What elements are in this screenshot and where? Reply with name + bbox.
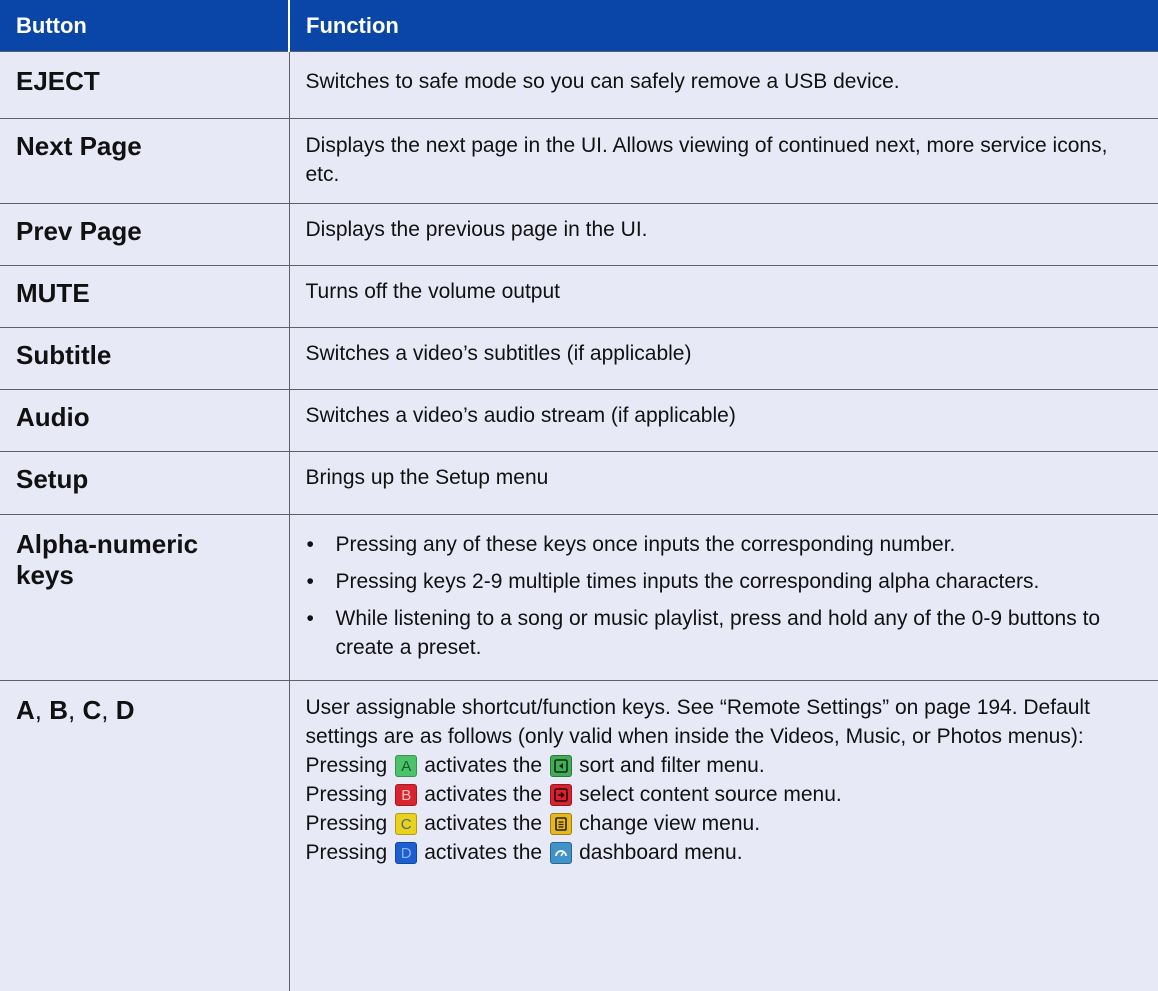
table-row: Next Page Displays the next page in the … bbox=[0, 119, 1158, 204]
header-button: Button bbox=[0, 0, 289, 52]
function-description: Pressing any of these keys once inputs t… bbox=[289, 515, 1158, 681]
function-description: Switches a video’s audio stream (if appl… bbox=[289, 390, 1158, 452]
key-a-icon: A bbox=[395, 755, 417, 777]
press-line-b: Pressing B activates the select content … bbox=[306, 780, 1141, 809]
header-row: Button Function bbox=[0, 0, 1158, 52]
abcd-intro: User assignable shortcut/function keys. … bbox=[306, 693, 1141, 751]
key-label-a: A bbox=[16, 695, 35, 725]
button-name: Audio bbox=[0, 390, 289, 452]
bullet-list: Pressing any of these keys once inputs t… bbox=[306, 530, 1141, 662]
bullet-item: Pressing any of these keys once inputs t… bbox=[306, 530, 1141, 559]
table-row: Alpha-numeric keys Pressing any of these… bbox=[0, 515, 1158, 681]
key-label-d: D bbox=[116, 695, 135, 725]
function-description: Switches a video’s subtitles (if applica… bbox=[289, 328, 1158, 390]
button-name: Prev Page bbox=[0, 204, 289, 266]
button-name: Alpha-numeric keys bbox=[0, 515, 289, 681]
key-label-b: B bbox=[49, 695, 68, 725]
content-source-icon bbox=[550, 784, 572, 806]
table-row: Audio Switches a video’s audio stream (i… bbox=[0, 390, 1158, 452]
function-description: Displays the next page in the UI. Allows… bbox=[289, 119, 1158, 204]
table-row: Setup Brings up the Setup menu bbox=[0, 452, 1158, 515]
button-function-table: Button Function EJECT Switches to safe m… bbox=[0, 0, 1158, 991]
button-name: Setup bbox=[0, 452, 289, 515]
sort-filter-icon bbox=[550, 755, 572, 777]
button-name: Subtitle bbox=[0, 328, 289, 390]
menu-text: sort and filter menu. bbox=[579, 751, 765, 780]
table-row: Subtitle Switches a video’s subtitles (i… bbox=[0, 328, 1158, 390]
activates-text: activates the bbox=[424, 780, 542, 809]
key-b-icon: B bbox=[395, 784, 417, 806]
pressing-word: Pressing bbox=[306, 809, 388, 838]
pressing-word: Pressing bbox=[306, 751, 388, 780]
activates-text: activates the bbox=[424, 838, 542, 867]
function-description: Switches to safe mode so you can safely … bbox=[289, 52, 1158, 119]
separator: , bbox=[101, 695, 115, 725]
dashboard-icon bbox=[550, 842, 572, 864]
change-view-icon bbox=[550, 813, 572, 835]
button-name-line: keys bbox=[16, 560, 74, 590]
press-line-d: Pressing D activates the dashboard menu. bbox=[306, 838, 1141, 867]
menu-text: select content source menu. bbox=[579, 780, 842, 809]
table-row: A, B, C, D User assignable shortcut/func… bbox=[0, 681, 1158, 991]
press-line-c: Pressing C activates the change view men… bbox=[306, 809, 1141, 838]
button-name-line: Alpha-numeric bbox=[16, 529, 198, 559]
key-label-c: C bbox=[82, 695, 101, 725]
function-description: Turns off the volume output bbox=[289, 266, 1158, 328]
table-row: Prev Page Displays the previous page in … bbox=[0, 204, 1158, 266]
button-name: Next Page bbox=[0, 119, 289, 204]
button-name: MUTE bbox=[0, 266, 289, 328]
pressing-word: Pressing bbox=[306, 780, 388, 809]
header-function: Function bbox=[289, 0, 1158, 52]
activates-text: activates the bbox=[424, 751, 542, 780]
press-line-a: Pressing A activates the sort and filter… bbox=[306, 751, 1141, 780]
menu-text: dashboard menu. bbox=[579, 838, 742, 867]
table-row: EJECT Switches to safe mode so you can s… bbox=[0, 52, 1158, 119]
bullet-item: Pressing keys 2-9 multiple times inputs … bbox=[306, 567, 1141, 596]
key-d-icon: D bbox=[395, 842, 417, 864]
table-row: MUTE Turns off the volume output bbox=[0, 266, 1158, 328]
separator: , bbox=[68, 695, 82, 725]
button-name: EJECT bbox=[0, 52, 289, 119]
activates-text: activates the bbox=[424, 809, 542, 838]
function-description: Brings up the Setup menu bbox=[289, 452, 1158, 515]
separator: , bbox=[35, 695, 49, 725]
bullet-item: While listening to a song or music playl… bbox=[306, 604, 1141, 662]
pressing-word: Pressing bbox=[306, 838, 388, 867]
button-name: A, B, C, D bbox=[0, 681, 289, 991]
function-description: User assignable shortcut/function keys. … bbox=[289, 681, 1158, 991]
menu-text: change view menu. bbox=[579, 809, 760, 838]
key-c-icon: C bbox=[395, 813, 417, 835]
function-description: Displays the previous page in the UI. bbox=[289, 204, 1158, 266]
